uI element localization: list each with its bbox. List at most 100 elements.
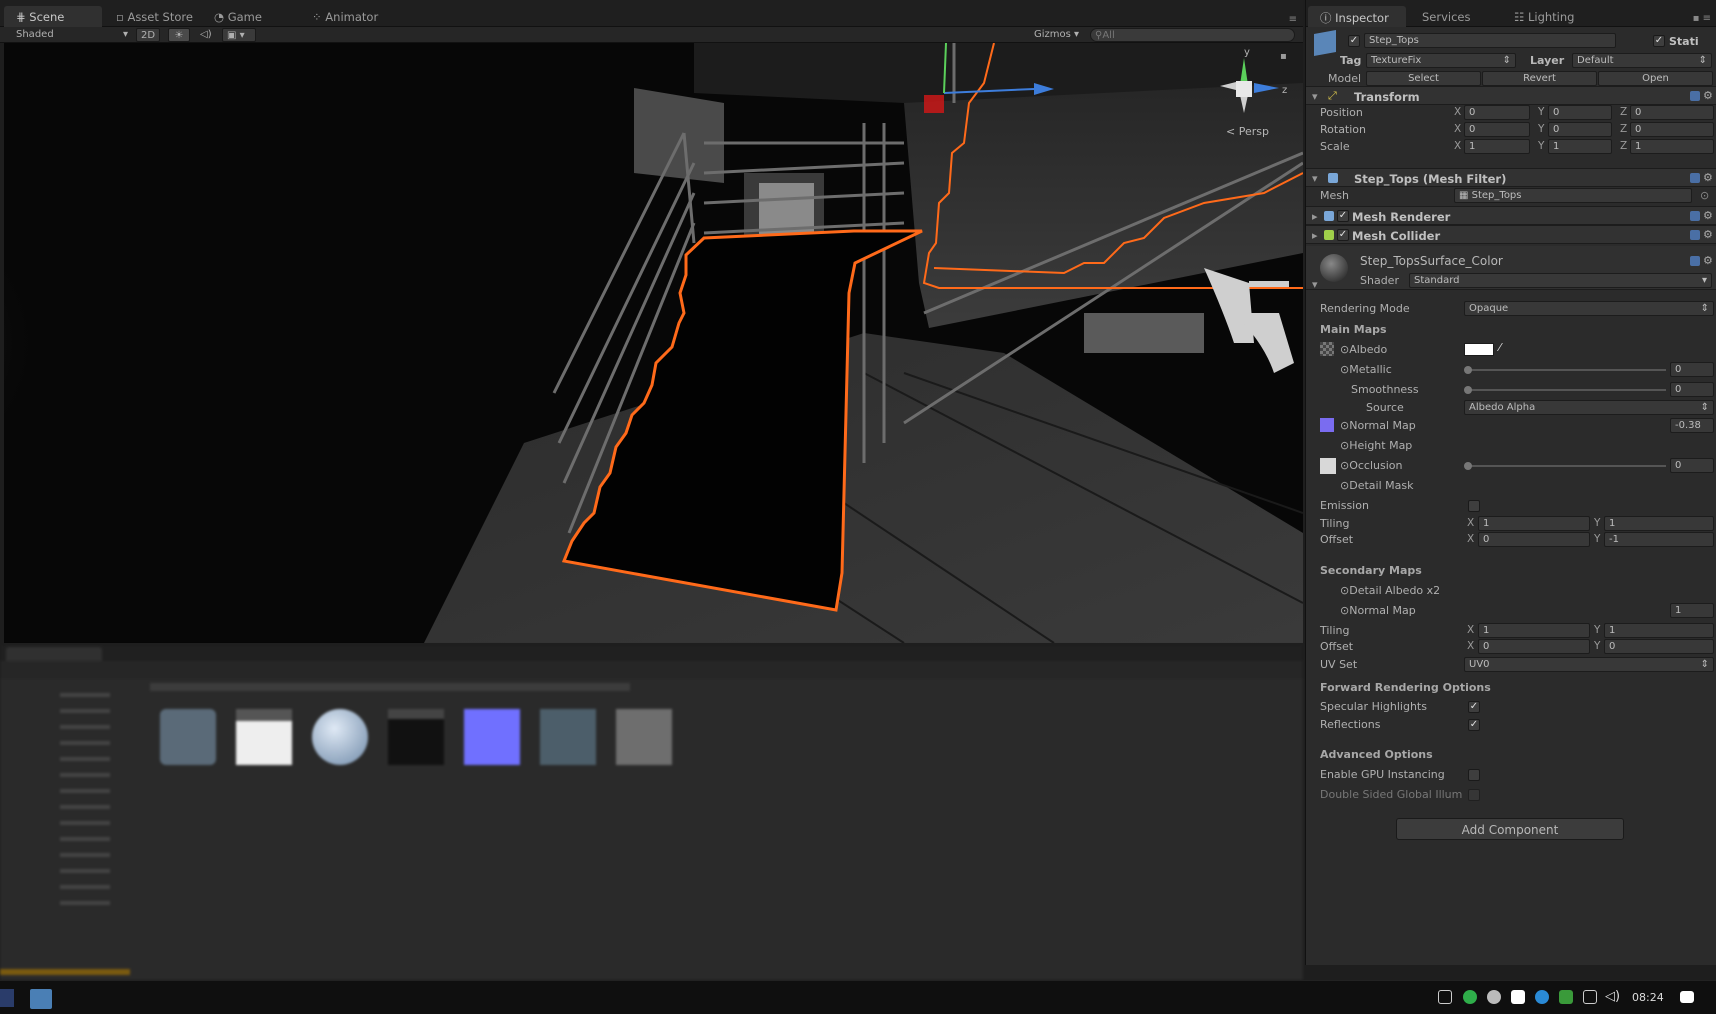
- object-picker-icon[interactable]: ⊙: [1340, 343, 1349, 356]
- help-icon[interactable]: [1690, 256, 1700, 266]
- mesh-renderer-enabled-checkbox[interactable]: ✓: [1337, 210, 1349, 222]
- material-header[interactable]: Step_TopsSurface_Color Shader Standard ▾ …: [1306, 246, 1716, 291]
- tiling-x-field[interactable]: 1: [1478, 516, 1590, 531]
- shading-mode-dropdown[interactable]: Shaded ▾: [12, 28, 132, 42]
- secondary-tiling-y-field[interactable]: 1: [1604, 623, 1714, 638]
- rotation-x-field[interactable]: 0: [1464, 122, 1530, 137]
- object-picker-icon[interactable]: ⊙: [1340, 439, 1349, 452]
- position-y-field[interactable]: 0: [1548, 105, 1612, 120]
- tab-game[interactable]: ◔ Game: [202, 6, 272, 27]
- folder-icon[interactable]: [160, 709, 216, 765]
- project-folder-tree[interactable]: [0, 679, 136, 979]
- static-checkbox[interactable]: ✓: [1653, 35, 1665, 47]
- texture-thumbnail-blue[interactable]: [540, 709, 596, 765]
- scene-viewport[interactable]: y z < Persp ▪: [4, 43, 1303, 643]
- rendering-mode-dropdown[interactable]: Opaque ⇕: [1464, 301, 1714, 316]
- tab-asset-store[interactable]: ▫ Asset Store: [104, 6, 203, 27]
- audio-toggle-icon[interactable]: ◁): [196, 28, 216, 42]
- occlusion-slider-knob[interactable]: [1464, 462, 1472, 470]
- secondary-offset-y-field[interactable]: 0: [1604, 639, 1714, 654]
- add-component-button[interactable]: Add Component: [1396, 818, 1624, 840]
- gear-icon[interactable]: ⚙: [1703, 228, 1713, 241]
- albedo-color-swatch[interactable]: [1464, 343, 1494, 356]
- texture-thumbnail-grey[interactable]: [616, 709, 672, 765]
- occlusion-value-field[interactable]: 0: [1670, 458, 1714, 473]
- smoothness-slider[interactable]: [1468, 389, 1666, 391]
- start-icon[interactable]: [0, 989, 14, 1007]
- gpu-instancing-checkbox[interactable]: [1468, 769, 1480, 781]
- object-name-field[interactable]: Step_Tops: [1364, 33, 1616, 48]
- mesh-renderer-header[interactable]: ▸ ✓ Mesh Renderer ⚙: [1306, 206, 1716, 225]
- gear-icon[interactable]: ⚙: [1703, 254, 1713, 267]
- scene-search-input[interactable]: ⚲All: [1090, 28, 1295, 42]
- occlusion-texture-slot[interactable]: [1320, 458, 1336, 474]
- object-picker-icon[interactable]: ⊙: [1340, 604, 1349, 617]
- object-picker-icon[interactable]: ⊙: [1340, 419, 1349, 432]
- model-revert-button[interactable]: Revert: [1482, 71, 1597, 86]
- object-picker-icon[interactable]: ⊙: [1340, 584, 1349, 597]
- transform-header[interactable]: ▾ ⤢ Transform ⚙: [1306, 86, 1716, 105]
- projection-label[interactable]: < Persp: [1226, 125, 1269, 138]
- double-sided-gi-checkbox[interactable]: [1468, 789, 1480, 801]
- gear-icon[interactable]: ⚙: [1703, 209, 1713, 222]
- lock-icon[interactable]: ▪ ≡: [1693, 13, 1711, 24]
- metallic-value-field[interactable]: 0: [1670, 362, 1714, 377]
- foldout-expanded-icon[interactable]: ▾: [1312, 172, 1318, 185]
- gizmos-dropdown[interactable]: Gizmos ▾: [1030, 28, 1083, 42]
- uv-set-dropdown[interactable]: UV0 ⇕: [1464, 657, 1714, 672]
- gear-icon[interactable]: ⚙: [1703, 171, 1713, 184]
- lighting-toggle-icon[interactable]: ☀: [168, 28, 190, 42]
- reflections-checkbox[interactable]: ✓: [1468, 719, 1480, 731]
- mesh-object-field[interactable]: ▦ Step_Tops: [1454, 188, 1692, 203]
- rotation-y-field[interactable]: 0: [1548, 122, 1612, 137]
- smoothness-slider-knob[interactable]: [1464, 386, 1472, 394]
- smoothness-value-field[interactable]: 0: [1670, 382, 1714, 397]
- emission-checkbox[interactable]: [1468, 500, 1480, 512]
- tab-lighting[interactable]: ☷ Lighting: [1502, 6, 1584, 27]
- normal-map-texture-slot[interactable]: [1320, 418, 1334, 432]
- foldout-collapsed-icon[interactable]: ▸: [1312, 210, 1318, 223]
- offset-y-field[interactable]: -1: [1604, 532, 1714, 547]
- rotation-z-field[interactable]: 0: [1630, 122, 1714, 137]
- normal-map-scale-field[interactable]: -0.38: [1670, 418, 1714, 433]
- mesh-collider-header[interactable]: ▸ ✓ Mesh Collider ⚙: [1306, 225, 1716, 244]
- unity-taskbar-icon[interactable]: [30, 989, 52, 1009]
- position-x-field[interactable]: 0: [1464, 105, 1530, 120]
- secondary-normal-scale-field[interactable]: 1: [1670, 603, 1714, 618]
- tab-animator[interactable]: ⁘ Animator: [300, 6, 388, 27]
- foldout-expanded-icon[interactable]: ▾: [1312, 278, 1318, 291]
- secondary-tiling-x-field[interactable]: 1: [1478, 623, 1590, 638]
- volume-icon[interactable]: ◁): [1605, 989, 1620, 1004]
- specular-highlights-checkbox[interactable]: ✓: [1468, 701, 1480, 713]
- show-desktop-icon[interactable]: [1438, 990, 1452, 1004]
- help-icon[interactable]: [1690, 211, 1700, 221]
- effects-dropdown-icon[interactable]: ▣ ▾: [222, 28, 256, 42]
- toggle-2d-button[interactable]: 2D: [136, 28, 160, 42]
- metallic-slider-knob[interactable]: [1464, 366, 1472, 374]
- object-picker-icon[interactable]: ⊙: [1340, 479, 1349, 492]
- lock-icon[interactable]: ▪: [1280, 51, 1287, 62]
- sync-icon[interactable]: [1463, 990, 1477, 1004]
- object-picker-icon[interactable]: ⊙: [1340, 363, 1349, 376]
- help-icon[interactable]: [1690, 230, 1700, 240]
- gear-icon[interactable]: ⚙: [1703, 89, 1713, 102]
- monitor-icon[interactable]: [1583, 990, 1597, 1004]
- occlusion-slider[interactable]: [1468, 465, 1666, 467]
- metallic-slider[interactable]: [1468, 369, 1666, 371]
- help-icon[interactable]: [1690, 173, 1700, 183]
- object-picker-icon[interactable]: ⊙: [1700, 189, 1709, 202]
- mesh-filter-header[interactable]: ▾ Step_Tops (Mesh Filter) ⚙: [1306, 168, 1716, 187]
- scale-x-field[interactable]: 1: [1464, 139, 1530, 154]
- texture-thumbnail-dark[interactable]: [388, 709, 444, 765]
- foldout-expanded-icon[interactable]: ▾: [1312, 90, 1318, 103]
- shield-icon[interactable]: [1511, 990, 1525, 1004]
- tag-dropdown[interactable]: TextureFix ⇕: [1366, 53, 1516, 68]
- mesh-collider-enabled-checkbox[interactable]: ✓: [1337, 229, 1349, 241]
- foldout-collapsed-icon[interactable]: ▸: [1312, 229, 1318, 242]
- help-icon[interactable]: [1690, 91, 1700, 101]
- shader-dropdown[interactable]: Standard ▾: [1409, 273, 1712, 288]
- network-status-icon[interactable]: [1487, 990, 1501, 1004]
- scale-y-field[interactable]: 1: [1548, 139, 1612, 154]
- object-picker-icon[interactable]: ⊙: [1340, 459, 1349, 472]
- texture-thumbnail[interactable]: [236, 709, 292, 765]
